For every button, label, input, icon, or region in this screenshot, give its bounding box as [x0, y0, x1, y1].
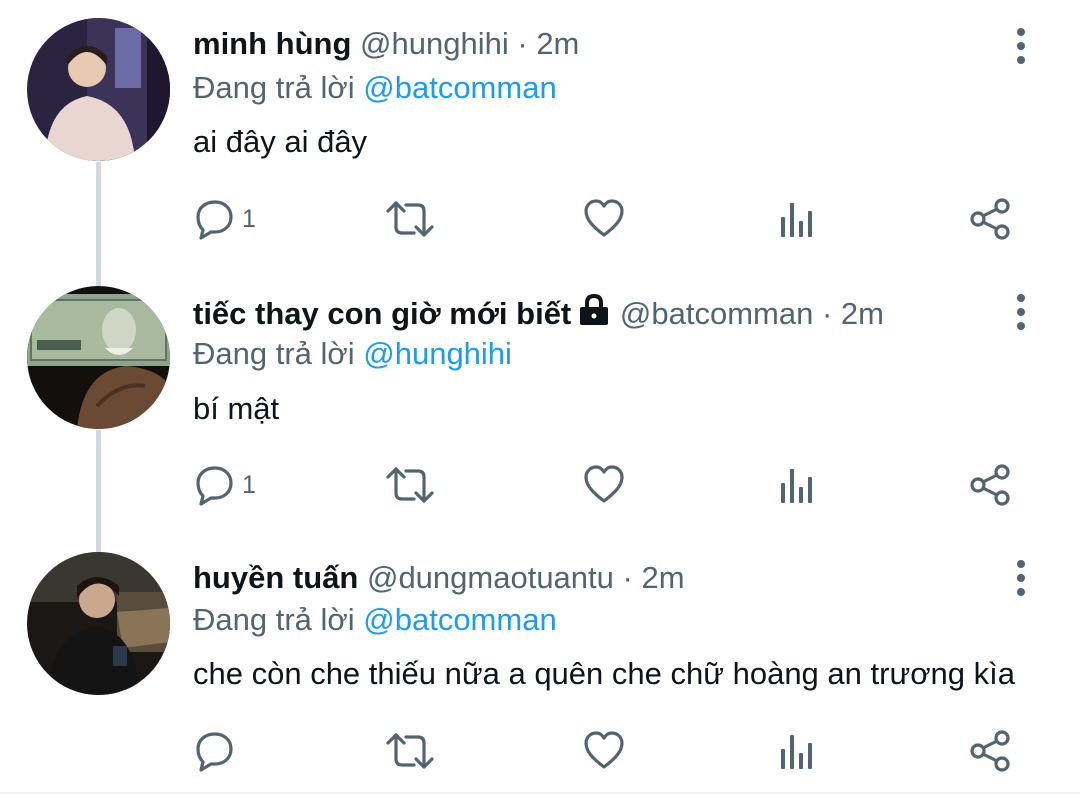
display-name[interactable]: huyền tuấn [193, 560, 358, 595]
retweet-icon [386, 733, 434, 769]
tweet-header: minh hùng @hunghihi · 2m [193, 22, 579, 66]
display-name[interactable]: tiếc thay con giờ mới biết [193, 296, 571, 331]
avatar[interactable] [27, 18, 170, 161]
retweet-icon [386, 467, 434, 503]
tweet-text: bí mật [193, 391, 280, 426]
like-button[interactable] [582, 460, 626, 510]
heart-icon [584, 731, 624, 769]
separator: · [622, 560, 633, 595]
replying-to: Đang trả lời @hunghihi [193, 332, 512, 376]
reply-button[interactable] [192, 726, 242, 776]
more-options-button[interactable] [1006, 292, 1036, 332]
avatar[interactable] [27, 552, 170, 695]
timestamp[interactable]: 2m [641, 560, 684, 595]
replying-label: Đang trả lời [193, 336, 355, 371]
action-bar [0, 726, 1080, 776]
analytics-icon [781, 735, 812, 769]
tweet[interactable]: minh hùng @hunghihi · 2m Đang trả lời @b… [0, 18, 1080, 262]
more-vertical-icon [1017, 28, 1025, 64]
user-handle[interactable]: @dungmaotuantu [367, 560, 614, 595]
analytics-button[interactable] [778, 460, 816, 510]
retweet-button[interactable] [384, 194, 436, 244]
reply-button[interactable]: 1 [192, 194, 256, 244]
like-button[interactable] [582, 726, 626, 776]
heart-icon [584, 465, 624, 503]
analytics-button[interactable] [778, 726, 816, 776]
action-bar: 1 [0, 194, 1080, 244]
tweet-text: ai đây ai đây [193, 124, 368, 159]
more-vertical-icon [1017, 294, 1025, 330]
share-icon [970, 464, 1010, 506]
share-button[interactable] [968, 726, 1014, 776]
lock-icon [580, 293, 609, 325]
separator: · [821, 296, 833, 331]
reply-button[interactable]: 1 [192, 460, 256, 510]
more-options-button[interactable] [1006, 26, 1036, 66]
share-button[interactable] [968, 194, 1014, 244]
action-bar: 1 [0, 460, 1080, 510]
mention-link[interactable]: @batcomman [363, 70, 556, 105]
timestamp[interactable]: 2m [536, 26, 579, 61]
avatar-image [27, 286, 170, 429]
avatar-image [27, 552, 170, 695]
analytics-icon [781, 469, 812, 503]
avatar[interactable] [27, 286, 170, 429]
replying-to: Đang trả lời @batcomman [193, 66, 557, 110]
replying-label: Đang trả lời [193, 602, 355, 637]
reply-icon [196, 732, 233, 772]
reply-icon [196, 466, 233, 506]
analytics-icon [781, 203, 812, 237]
timestamp[interactable]: 2m [841, 296, 884, 331]
reply-count: 1 [242, 470, 256, 499]
mention-link[interactable]: @batcomman [363, 602, 556, 637]
more-options-button[interactable] [1006, 558, 1036, 598]
share-button[interactable] [968, 460, 1014, 510]
tweet[interactable]: tiếc thay con giờ mới biết @batcomman · … [0, 286, 1080, 532]
retweet-button[interactable] [384, 460, 436, 510]
user-handle[interactable]: @batcomman [620, 296, 813, 331]
separator: · [517, 26, 528, 61]
share-icon [970, 730, 1010, 772]
protected-account-badge [577, 293, 611, 338]
tweet-text: che còn che thiếu nữa a quên che chữ hoà… [193, 656, 1015, 691]
tweet-header: huyền tuấn @dungmaotuantu · 2m [193, 556, 685, 600]
retweet-icon [386, 201, 434, 237]
more-vertical-icon [1017, 560, 1025, 596]
like-button[interactable] [582, 194, 626, 244]
analytics-button[interactable] [778, 194, 816, 244]
retweet-button[interactable] [384, 726, 436, 776]
user-handle[interactable]: @hunghihi [360, 26, 509, 61]
tweet[interactable]: huyền tuấn @dungmaotuantu · 2m Đang trả … [0, 552, 1080, 792]
avatar-image [27, 18, 170, 161]
share-icon [970, 198, 1010, 240]
replying-label: Đang trả lời [193, 70, 355, 105]
display-name[interactable]: minh hùng [193, 26, 351, 61]
reply-count: 1 [242, 204, 256, 233]
mention-link[interactable]: @hunghihi [363, 336, 512, 371]
heart-icon [584, 199, 624, 237]
reply-icon [196, 200, 233, 240]
replying-to: Đang trả lời @batcomman [193, 598, 557, 642]
